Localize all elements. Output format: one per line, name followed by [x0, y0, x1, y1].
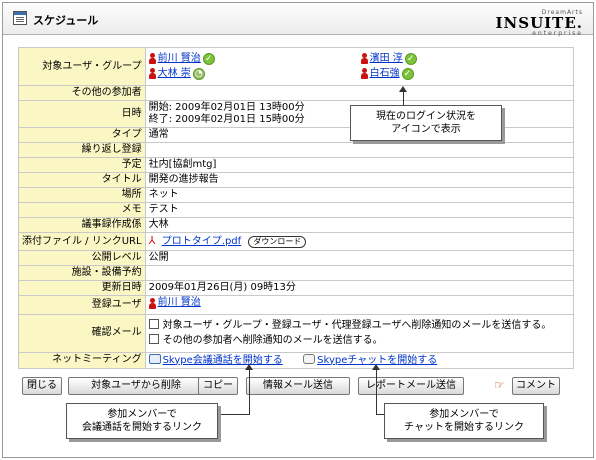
remove-from-users-button[interactable]: 対象ユーザから削除 [68, 377, 204, 395]
attach-value: ⅄ プロトタイプ.pdf ダウンロード [144, 232, 575, 251]
user-obayashi[interactable]: 大林 崇 ◔ [148, 67, 205, 80]
user-icon [360, 53, 368, 64]
download-button[interactable]: ダウンロード [248, 236, 307, 248]
report-mail-button[interactable]: レポートメール送信 [358, 377, 464, 395]
minutes-value: 大林 [144, 217, 575, 233]
mail-options: 対象ユーザ・グループ・登録ユーザ・代理登録ユーザへ削除通知のメールを送信する。 … [144, 313, 575, 353]
plan-label: 予定 [18, 157, 146, 173]
title-value: 開発の進捗報告 [144, 172, 575, 188]
public-value: 公開 [144, 250, 575, 266]
user-link[interactable]: 白石強 [370, 68, 400, 80]
registrant-link[interactable]: 前川 賢治 [158, 297, 201, 309]
memo-label: メモ [18, 202, 146, 218]
callout-line [376, 414, 384, 415]
place-label: 場所 [18, 187, 146, 203]
user-link[interactable]: 大林 崇 [158, 68, 191, 80]
skype-call-link[interactable]: Skype会議通話を開始する [163, 355, 283, 366]
notify-others-checkbox[interactable] [148, 334, 159, 344]
callout-line [376, 370, 377, 414]
info-mail-button[interactable]: 情報メール送信 [246, 377, 350, 395]
callout-line [403, 90, 404, 105]
online-status-icon: ✓ [404, 52, 417, 65]
insuite-logo: DreamArts INSUITE. enterprise [495, 9, 583, 37]
action-button-bar: 閉じる 対象ユーザから削除 コピー 情報メール送信 レポートメール送信 ☞ コメ… [18, 377, 574, 395]
target-label: 対象ユーザ・グループ [18, 47, 146, 86]
public-label: 公開レベル [18, 250, 146, 266]
updated-value: 2009年01月26日(月) 09時13分 [144, 280, 575, 296]
copy-button[interactable]: コピー [198, 377, 238, 395]
user-icon [148, 68, 156, 79]
close-button[interactable]: 閉じる [22, 377, 62, 395]
skype-call-icon [148, 353, 161, 364]
window-header: スケジュール DreamArts INSUITE. enterprise [3, 3, 593, 37]
registrant-value: 前川 賢治 [144, 295, 575, 315]
calendar-icon [13, 11, 27, 25]
repeat-value [144, 142, 575, 158]
away-status-icon: ◔ [192, 67, 205, 80]
schedule-detail-table: 対象ユーザ・グループ 前川 賢治 ✓ 大林 崇 ◔ 濱田 淳 ✓ 白石強 ✓ その他の参… [18, 47, 575, 369]
callout-line [218, 414, 250, 415]
callout-arrow [372, 364, 380, 370]
user-link[interactable]: 前川 賢治 [158, 53, 201, 65]
comment-button[interactable]: コメント [512, 377, 560, 395]
page-title: スケジュール [33, 14, 99, 27]
user-maekawa[interactable]: 前川 賢治 ✓ [148, 52, 215, 65]
repeat-label: 繰り返し登録 [18, 142, 146, 158]
login-status-callout: 現在のログイン状況を アイコンで表示 [350, 105, 502, 141]
notify-others-label: その他の参加者へ削除通知のメールを送信する。 [162, 335, 383, 346]
user-link[interactable]: 濱田 淳 [370, 53, 403, 65]
user-icon [360, 68, 368, 79]
attachment-link[interactable]: プロトタイプ.pdf [162, 236, 241, 247]
attach-label: 添付ファイル / リンクURL [18, 232, 146, 251]
target-users: 前川 賢治 ✓ 大林 崇 ◔ 濱田 淳 ✓ 白石強 ✓ [144, 47, 575, 86]
user-shiraishi[interactable]: 白石強 ✓ [360, 67, 414, 80]
type-label: タイプ [18, 127, 146, 143]
minutes-label: 議事録作成係 [18, 217, 146, 233]
user-icon [148, 297, 156, 309]
plan-value: 社内[協創mtg] [144, 157, 575, 173]
registrant-label: 登録ユーザ [18, 295, 146, 315]
skype-chat-icon [303, 353, 316, 364]
comment-pointer-icon: ☞ [494, 378, 505, 392]
user-icon [148, 53, 156, 64]
other-label: その他の参加者 [18, 85, 146, 101]
memo-value: テスト [144, 202, 575, 218]
online-status-icon: ✓ [401, 67, 414, 80]
other-value [144, 85, 575, 101]
notify-users-label: 対象ユーザ・グループ・登録ユーザ・代理登録ユーザへ削除通知のメールを送信する。 [162, 320, 552, 331]
pdf-icon: ⅄ [148, 234, 156, 247]
callout-line [249, 370, 250, 414]
notify-users-checkbox[interactable] [148, 319, 159, 329]
datetime-label: 日時 [18, 100, 146, 128]
user-hamada[interactable]: 濱田 淳 ✓ [360, 52, 417, 65]
mail-label: 確認メール [18, 313, 146, 353]
title-label: タイトル [18, 172, 146, 188]
facility-label: 施設・設備予約 [18, 265, 146, 281]
call-link-callout: 参加メンバーで 会議通話を開始するリンク [66, 403, 218, 439]
callout-arrow [245, 364, 253, 370]
chat-link-callout: 参加メンバーで チャットを開始するリンク [384, 403, 544, 439]
meeting-links: Skype会議通話を開始する Skypeチャットを開始する [144, 351, 575, 369]
place-value: ネット [144, 187, 575, 203]
online-status-icon: ✓ [202, 52, 215, 65]
meeting-label: ネットミーティング [18, 351, 146, 369]
updated-label: 更新日時 [18, 280, 146, 296]
facility-value [144, 265, 575, 281]
